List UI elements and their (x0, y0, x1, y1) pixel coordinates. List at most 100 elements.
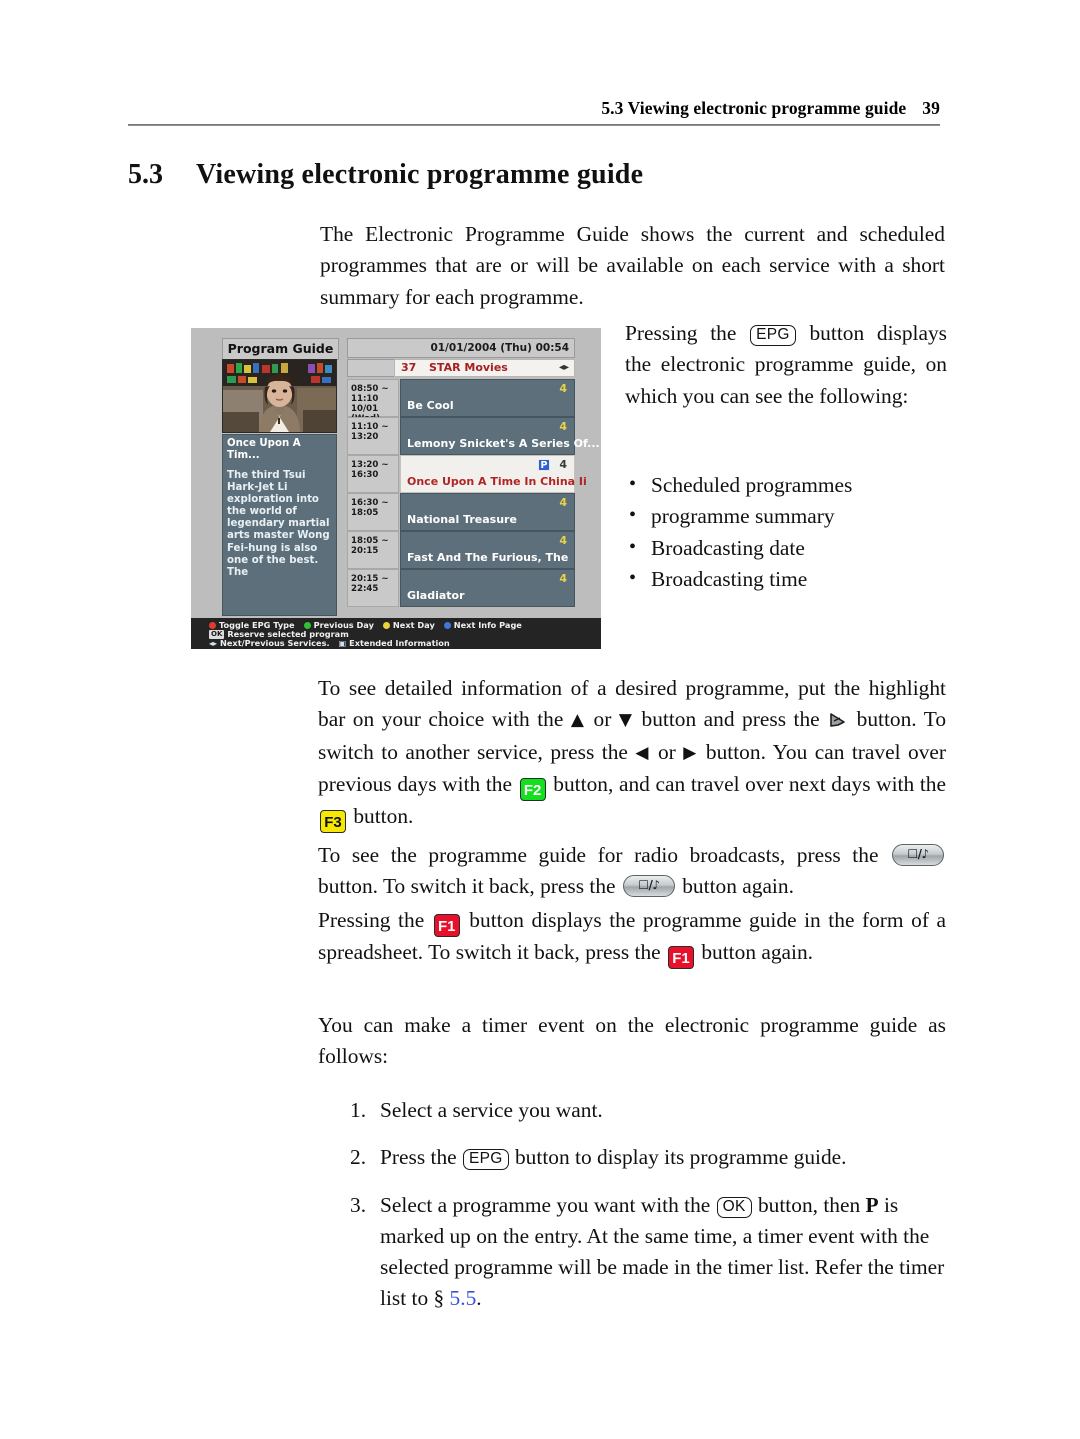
info-pointer-icon (828, 707, 848, 728)
section-number: 5.3 (128, 159, 163, 190)
f1-button-glyph: F1 (433, 914, 460, 937)
list-item: Broadcasting time (625, 563, 947, 595)
reserved-marker-icon: P (538, 459, 550, 471)
table-row[interactable]: 08:50 ~ 11:10 10/01 (Wed) 4 Be Cool (347, 379, 575, 424)
epg-help-extended-label: Extended Information (349, 638, 450, 649)
f1-text-1: Pressing the (318, 908, 432, 932)
green-button-icon (303, 622, 311, 629)
f1-text-3: button again. (696, 940, 814, 964)
epg-row-programme[interactable]: 4 Fast And The Furious, The (400, 531, 575, 569)
f2-button-glyph: F2 (519, 777, 546, 801)
epg-row-time-range: 13:20 ~ 16:30 (351, 460, 389, 480)
table-row[interactable]: 18:05 ~ 20:15 4 Fast And The Furious, Th… (347, 531, 575, 569)
list-item: 2. Press the EPG button to display its pr… (350, 1142, 946, 1173)
list-item: Broadcasting date (625, 532, 947, 564)
list-item: Scheduled programmes (625, 469, 947, 501)
tv-radio-button-glyph: ☐/♪ (622, 875, 675, 898)
detail-text-7: button, and can travel over next days wi… (547, 771, 946, 796)
ok-button-glyph: OK (716, 1196, 752, 1218)
step-text: Select a service you want. (380, 1098, 603, 1122)
info-key-icon: ▣ (338, 639, 347, 649)
epg-row-time-range: 20:15 ~ 22:45 (351, 574, 389, 594)
left-right-arrows-icon[interactable]: ◂▸ (559, 360, 569, 376)
epg-info-summary: The third Tsui Hark-Jet Li exploration i… (227, 470, 330, 578)
epg-info-title: Once Upon A Tim... (227, 438, 301, 461)
epg-row-time: 20:15 ~ 22:45 (347, 569, 399, 607)
pressing-epg-text-1: Pressing the (625, 321, 750, 345)
epg-row-programme[interactable]: 4 Lemony Snicket's A Series Of... (400, 417, 600, 455)
epg-row-time: 13:20 ~ 16:30 (347, 455, 399, 493)
detail-text-2: or (586, 707, 619, 732)
step-text: button to display its programme guide. (509, 1145, 847, 1170)
epg-channel-number: 37 (401, 361, 417, 374)
feature-bullet-list: Scheduled programmes programme summary B… (625, 469, 947, 595)
epg-channel-row-filler (347, 359, 395, 377)
step-text: . (476, 1286, 482, 1311)
tv-radio-icon: ☐/♪ (638, 878, 660, 893)
step-text: Select a programme you want with the (380, 1192, 716, 1217)
timer-intro-text: You can make a timer event on the electr… (318, 1013, 946, 1069)
blue-button-icon (443, 622, 451, 629)
header-rule (128, 124, 940, 126)
table-row[interactable]: 20:15 ~ 22:45 4 Gladiator (347, 569, 575, 607)
p-marker-bold: P (865, 1192, 879, 1217)
epg-row-programme-selected[interactable]: P 4 Once Upon A Time In China Ii (400, 455, 587, 493)
page-title: Viewing electronic programme guide (196, 159, 644, 190)
epg-panel-title: Program Guide (222, 338, 339, 360)
running-header: 5.3 Viewing electronic programme guide 39 (128, 98, 940, 119)
epg-row-programme[interactable]: 4 Be Cool (400, 379, 575, 417)
yellow-button-icon (382, 622, 390, 629)
cross-reference-link[interactable]: 5.5 (450, 1286, 477, 1310)
radio-text-2: button. To switch it back, press the (318, 874, 621, 899)
epg-row-time: 11:10 ~ 13:20 (347, 417, 399, 455)
epg-screen: Program Guide 01/01/2004 (Thu) 00:54 Onc… (201, 338, 600, 616)
tv-radio-button-glyph: ☐/♪ (892, 844, 944, 866)
running-header-title: 5.3 Viewing electronic programme guide (601, 98, 907, 118)
epg-row-title: Fast And The Furious, The (407, 551, 569, 564)
epg-row-time: 16:30 ~ 18:05 (347, 493, 399, 531)
epg-row-time: 08:50 ~ 11:10 10/01 (Wed) (347, 379, 399, 424)
paragraph-intro: The Electronic Programme Guide shows the… (320, 219, 945, 313)
epg-row-programme[interactable]: 4 National Treasure (400, 493, 575, 531)
step-text: button, then (752, 1192, 866, 1217)
epg-channel-name: STAR Movies (429, 361, 508, 374)
epg-row-time-range: 18:05 ~ 20:15 (351, 536, 389, 556)
step-number: 2. (350, 1145, 367, 1170)
paragraph-timer-intro: You can make a timer event on the electr… (318, 1010, 946, 1073)
table-row[interactable]: 13:20 ~ 16:30 P 4 Once Upon A Time In Ch… (347, 455, 587, 493)
epg-help-services-label: Next/Previous Services. (220, 638, 330, 649)
epg-channel-selector[interactable]: 37 STAR Movies ◂▸ (394, 359, 575, 377)
epg-programme-list: 08:50 ~ 11:10 10/01 (Wed) 4 Be Cool 11:1… (347, 379, 600, 616)
arrow-left-icon: ◀ (635, 742, 651, 763)
epg-info-panel: Once Upon A Tim... The third Tsui Hark-J… (222, 434, 337, 616)
epg-row-title: Once Upon A Time In China Ii (407, 475, 587, 488)
step-text: Press the (380, 1145, 462, 1170)
epg-datetime: 01/01/2004 (Thu) 00:54 (347, 338, 575, 358)
video-preview-image (223, 360, 336, 432)
epg-row-time-range: 11:10 ~ 13:20 (351, 422, 389, 442)
epg-row-rating: 4 (559, 420, 567, 433)
step-number: 1. (350, 1098, 367, 1122)
list-item: 1. Select a service you want. (350, 1095, 946, 1126)
epg-row-time-range: 08:50 ~ 11:10 (351, 384, 389, 404)
epg-row-programme[interactable]: 4 Gladiator (400, 569, 575, 607)
epg-help-line-3: ◂▸ Next/Previous Services. ▣ Extended Infor… (209, 638, 601, 649)
paragraph-detailed-info: To see detailed information of a desired… (318, 673, 946, 833)
radio-text-1: To see the programme guide for radio bro… (318, 843, 890, 867)
video-preview-thumbnail (222, 359, 337, 433)
detail-text-3: button and press the (634, 707, 828, 732)
page-number: 39 (922, 98, 940, 118)
epg-row-title: Lemony Snicket's A Series Of... (407, 437, 600, 450)
epg-help-nextinfo-label: Next Info Page (453, 620, 522, 630)
epg-row-time-range: 16:30 ~ 18:05 (351, 498, 389, 518)
left-right-key-icon: ◂▸ (209, 639, 218, 649)
f1-button-glyph: F1 (668, 946, 694, 969)
epg-screenshot-figure: Program Guide 01/01/2004 (Thu) 00:54 Onc… (191, 328, 601, 649)
epg-row-rating: 4 (559, 572, 567, 585)
f3-button-glyph: F3 (320, 809, 346, 833)
list-item: 3. Select a programme you want with the O… (350, 1190, 946, 1315)
table-row[interactable]: 16:30 ~ 18:05 4 National Treasure (347, 493, 575, 531)
paragraph-f1-spreadsheet: Pressing the F1 button displays the prog… (318, 905, 946, 969)
table-row[interactable]: 11:10 ~ 13:20 4 Lemony Snicket's A Serie… (347, 417, 600, 455)
epg-button-glyph: EPG (463, 1149, 509, 1171)
